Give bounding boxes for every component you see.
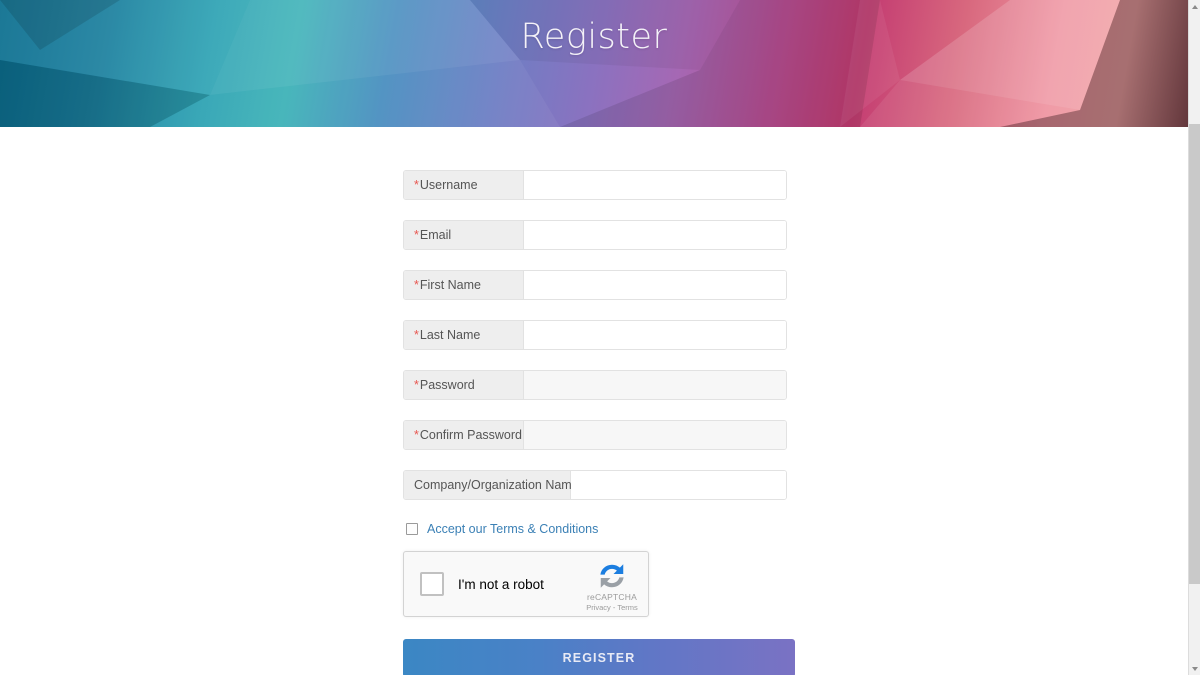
field-row: * First Name (403, 270, 787, 300)
field-input[interactable] (571, 471, 786, 499)
required-marker: * (414, 227, 419, 242)
page-banner: Register (0, 0, 1188, 127)
field-row: * Username (403, 170, 787, 200)
field-label: * Last Name (404, 321, 524, 349)
required-marker: * (414, 427, 419, 442)
field-label-text: Password (419, 378, 475, 392)
terms-row: Accept our Terms & Conditions (403, 520, 795, 538)
register-form: * Username * Email * First Name * Last Name * Pas… (403, 170, 795, 675)
required-marker: * (414, 177, 419, 192)
page-title: Register (520, 17, 668, 57)
field-row: * Confirm Password (403, 420, 787, 450)
scroll-down-arrow-icon[interactable] (1189, 662, 1200, 675)
field-label: Company/Organization Name (404, 471, 579, 499)
accept-terms-checkbox[interactable] (406, 523, 418, 535)
recaptcha-logo-icon (600, 563, 624, 588)
field-input[interactable] (524, 171, 786, 199)
scrollbar-thumb[interactable] (1189, 124, 1200, 584)
field-label: * First Name (404, 271, 524, 299)
recaptcha-brand-name: reCAPTCHA (587, 591, 637, 602)
recaptcha-widget[interactable]: I'm not a robot reCAPTCHA Privacy - Term… (403, 551, 649, 617)
page-scrollbar[interactable] (1188, 0, 1200, 675)
field-row: * Email (403, 220, 787, 250)
field-input[interactable] (524, 321, 786, 349)
field-label-text: Confirm Password (419, 428, 522, 442)
field-label-text: Last Name (419, 328, 481, 342)
field-input[interactable] (524, 221, 786, 249)
register-page: Register * Username * Email * First Name * Last… (0, 0, 1200, 675)
field-label-text: Company/Organization Name (414, 478, 579, 492)
recaptcha-checkbox[interactable] (420, 572, 444, 596)
required-marker: * (414, 377, 419, 392)
recaptcha-legal-links[interactable]: Privacy - Terms (586, 603, 638, 612)
field-label: * Confirm Password (404, 421, 524, 449)
field-input[interactable] (524, 271, 786, 299)
field-input[interactable] (524, 371, 786, 399)
field-label: * Email (404, 221, 524, 249)
required-marker: * (414, 277, 419, 292)
recaptcha-branding: reCAPTCHA Privacy - Terms (576, 552, 648, 616)
field-row: * Last Name (403, 320, 787, 350)
field-label-text: First Name (419, 278, 481, 292)
scroll-up-arrow-icon[interactable] (1189, 0, 1200, 13)
field-label-text: Username (419, 178, 478, 192)
field-input[interactable] (524, 421, 786, 449)
field-row: * Password (403, 370, 787, 400)
required-marker: * (414, 327, 419, 342)
terms-and-conditions-link[interactable]: Accept our Terms & Conditions (427, 522, 598, 536)
register-form-area: * Username * Email * First Name * Last Name * Pas… (0, 127, 1188, 675)
form-fields: * Username * Email * First Name * Last Name * Pas… (403, 170, 795, 500)
field-label: * Username (404, 171, 524, 199)
field-label-text: Email (419, 228, 452, 242)
recaptcha-label: I'm not a robot (458, 576, 544, 592)
field-label: * Password (404, 371, 524, 399)
register-submit-button[interactable]: REGISTER (403, 639, 795, 675)
field-row: Company/Organization Name (403, 470, 787, 500)
